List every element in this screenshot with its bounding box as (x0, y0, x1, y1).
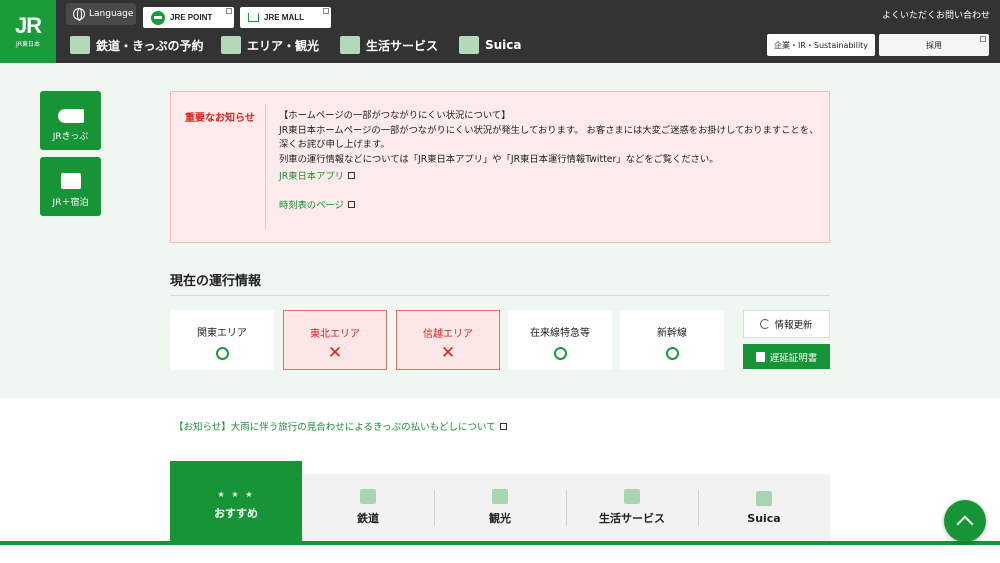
area-name: 東北エリア (310, 329, 360, 340)
notice-text-2: 列車の運行情報などについては「JR東日本アプリ」や「JR東日本運行情報Twitt… (279, 153, 719, 165)
area-name: 在来線特急等 (530, 328, 590, 339)
recruit-link[interactable]: 採用 (879, 34, 989, 56)
area-limited-express[interactable]: 在来線特急等 (508, 310, 612, 370)
operation-divider (170, 295, 830, 296)
notice-title: 【ホームページの一部がつながりにくい状況について】 (279, 110, 511, 121)
train-icon (360, 489, 376, 504)
tab-sightseeing[interactable]: 観光 (434, 474, 566, 541)
faq-contact-link[interactable]: よくいただくお問い合わせ (882, 8, 990, 21)
area-shinkansen[interactable]: 新幹線 (620, 310, 724, 370)
jre-point-icon (151, 10, 165, 25)
tab-label: 観光 (489, 512, 511, 525)
delay-certificate-label: 遅延証明書 (769, 352, 818, 364)
area-tohoku[interactable]: 東北エリア ✕ (283, 310, 387, 370)
nav-life-label: 生活サービス (366, 38, 439, 53)
site-header: JR JR東日本 Language JRE POINT JRE MALL 鉄道・… (0, 0, 1000, 63)
nav-area-label: エリア・観光 (247, 38, 320, 53)
alert-status-icon: ✕ (327, 343, 343, 363)
card-icon (459, 36, 479, 54)
jr-ticket-label: JRきっぷ (52, 132, 89, 142)
normal-status-icon (553, 347, 567, 360)
card-icon (756, 490, 772, 506)
chevron-up-icon (956, 515, 974, 533)
tab-label: 生活サービス (599, 512, 665, 525)
jre-point-label: JRE POINT (170, 13, 213, 22)
area-kanto[interactable]: 関東エリア (170, 310, 274, 370)
refund-info-label: 【お知らせ】大雨に伴う旅行の見合わせによるきっぷの払いもどしについて (174, 422, 496, 433)
notice-divider (265, 104, 266, 229)
nav-suica[interactable]: Suica (459, 32, 522, 58)
timetable-link[interactable]: 時刻表のページ (279, 197, 355, 211)
jre-point-link[interactable]: JRE POINT (143, 7, 234, 28)
suitcase-icon (492, 489, 508, 504)
nav-railway-label: 鉄道・きっぷの予約 (96, 38, 204, 53)
tab-life-service[interactable]: 生活サービス (566, 474, 698, 541)
area-shinetsu[interactable]: 信越エリア ✕ (396, 310, 500, 370)
jre-mall-link[interactable]: JRE MALL (240, 7, 331, 28)
jr-stay-button[interactable]: JR＋宿泊 (40, 157, 101, 216)
tab-recommended[interactable]: ★ ★ ★ おすすめ (170, 461, 302, 541)
tabs-underline (0, 541, 1000, 545)
external-link-icon (226, 8, 232, 14)
jr-app-link-label: JR東日本アプリ (279, 171, 344, 182)
notice-label: 重要なお知らせ (185, 113, 255, 124)
globe-icon (73, 8, 85, 21)
corporate-link[interactable]: 企業・IR・Sustainability (767, 34, 875, 56)
notice-body: 【ホームページの一部がつながりにくい状況について】 JR東日本ホームページの一部… (279, 109, 819, 167)
external-link-icon (499, 422, 507, 430)
corporate-link-label: 企業・IR・Sustainability (773, 40, 869, 50)
nav-life[interactable]: 生活サービス (340, 32, 438, 58)
nav-suica-label: Suica (485, 38, 522, 52)
operation-title: 現在の運行情報 (170, 274, 262, 289)
normal-status-icon (215, 347, 229, 360)
train-icon (70, 36, 90, 54)
luggage-icon (60, 173, 81, 189)
jr-east-logo[interactable]: JR JR東日本 (0, 0, 56, 63)
refresh-button[interactable]: 情報更新 (743, 310, 830, 338)
external-link-icon (347, 200, 355, 208)
tab-label: おすすめ (214, 507, 258, 520)
area-name: 新幹線 (657, 328, 687, 339)
nav-railway[interactable]: 鉄道・きっぷの予約 (70, 32, 204, 58)
jre-mall-label: JRE MALL (264, 13, 304, 22)
tab-railway[interactable]: 鉄道 (302, 474, 434, 541)
jr-ticket-button[interactable]: JRきっぷ (40, 91, 101, 150)
tab-suica[interactable]: Suica (698, 474, 830, 541)
shopping-bag-icon (624, 489, 640, 504)
external-link-icon (347, 171, 355, 179)
normal-status-icon (665, 347, 679, 360)
area-name: 信越エリア (423, 329, 473, 340)
jr-app-link[interactable]: JR東日本アプリ (279, 168, 355, 182)
refund-info-link[interactable]: 【お知らせ】大雨に伴う旅行の見合わせによるきっぷの払いもどしについて (174, 419, 507, 433)
cart-icon (248, 13, 259, 22)
nav-area[interactable]: エリア・観光 (221, 32, 319, 58)
stars-icon: ★ ★ ★ (217, 490, 255, 499)
language-button[interactable]: Language (66, 3, 136, 25)
delay-certificate-button[interactable]: 遅延証明書 (743, 344, 830, 369)
shopping-bag-icon (340, 36, 360, 54)
refresh-icon (760, 319, 771, 329)
tab-label: Suica (747, 511, 781, 525)
external-link-icon (323, 8, 329, 14)
scroll-to-top-button[interactable] (944, 500, 986, 542)
external-link-icon (980, 36, 986, 42)
tab-label: 鉄道 (357, 512, 379, 525)
alert-status-icon: ✕ (440, 343, 456, 363)
area-name: 関東エリア (197, 328, 247, 339)
language-label: Language (89, 9, 134, 19)
logo-mark: JR (14, 13, 42, 38)
suitcase-icon (221, 36, 241, 54)
important-notice: 重要なお知らせ 【ホームページの一部がつながりにくい状況について】 JR東日本ホ… (170, 91, 830, 243)
timetable-link-label: 時刻表のページ (279, 200, 344, 211)
logo-subtitle: JR東日本 (16, 41, 40, 48)
shinkansen-icon (57, 109, 84, 123)
recruit-link-label: 採用 (926, 40, 942, 50)
document-icon (755, 351, 765, 362)
jr-stay-label: JR＋宿泊 (52, 198, 89, 208)
refresh-label: 情報更新 (774, 320, 813, 331)
notice-text: JR東日本ホームページの一部がつながりにくい状況が発生しております。 お客さまに… (279, 124, 819, 151)
